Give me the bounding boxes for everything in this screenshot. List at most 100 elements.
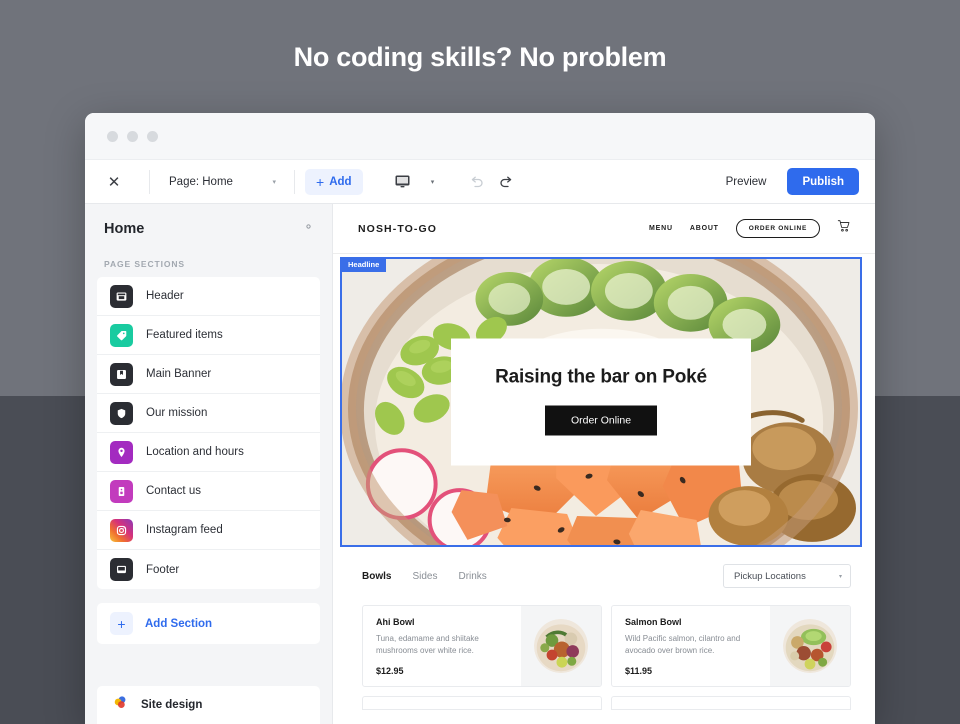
menu-item-card[interactable]: Ahi Bowl Tuna, edamame and shiitake mush…	[362, 605, 602, 687]
site-brand: NOSH-TO-GO	[358, 222, 438, 235]
shield-icon	[110, 401, 133, 425]
device-dropdown-button[interactable]: ▾	[419, 169, 447, 195]
contact-card-icon	[110, 479, 133, 503]
sidebar-item-label: Our mission	[146, 407, 208, 419]
salmon-bowl-photo	[783, 619, 837, 673]
plus-icon: +	[110, 612, 133, 635]
undo-button[interactable]	[463, 169, 491, 195]
sidebar-header: Home	[85, 204, 332, 238]
menu-section: Bowls Sides Drinks Pickup Locations ▾ Ah…	[333, 547, 875, 710]
add-section-label: Add Section	[145, 617, 213, 630]
window-chrome	[85, 113, 875, 160]
menu-item-price: $12.95	[376, 665, 404, 676]
page-selector[interactable]: Page: Home ▾	[160, 168, 284, 196]
menu-item-card[interactable]	[362, 696, 602, 710]
tab-bowls[interactable]: Bowls	[362, 571, 391, 582]
window-dot-minimize[interactable]	[127, 130, 138, 142]
hero-order-online-button[interactable]: Order Online	[544, 405, 658, 436]
sidebar-item-label: Location and hours	[146, 446, 244, 458]
pickup-locations-value: Pickup Locations	[734, 570, 806, 582]
menu-item-description: Wild Pacific salmon, cilantro and avocad…	[625, 634, 741, 656]
footer-icon	[110, 558, 133, 581]
editor-body: Home PAGE SECTIONS Header Featured items…	[85, 204, 875, 724]
hero-overlay-card: Raising the bar on Poké Order Online	[451, 338, 751, 466]
menu-item-card[interactable]: Salmon Bowl Wild Pacific salmon, cilantr…	[611, 605, 851, 687]
sidebar-item-our-mission[interactable]: Our mission	[97, 394, 320, 433]
page-sections-list: Header Featured items Main Banner Our mi…	[85, 277, 332, 589]
hero-section-selected[interactable]: Headline Raising the bar on Poké Order O…	[340, 257, 862, 547]
sidebar-page-title: Home	[104, 221, 145, 237]
bookmark-icon	[110, 362, 133, 386]
site-nav-about[interactable]: ABOUT	[690, 225, 719, 232]
menu-item-price: $11.95	[625, 665, 653, 676]
sidebar-item-location-and-hours[interactable]: Location and hours	[97, 433, 320, 472]
monitor-icon	[395, 175, 410, 188]
toolbar-history-group	[463, 169, 521, 195]
tag-icon	[110, 323, 133, 347]
sidebar-item-header[interactable]: Header	[97, 277, 320, 316]
map-pin-icon	[110, 440, 133, 464]
tab-drinks[interactable]: Drinks	[458, 571, 486, 582]
window-icon	[110, 284, 133, 308]
publish-button[interactable]: Publish	[787, 168, 859, 195]
add-button[interactable]: + Add	[305, 168, 363, 195]
menu-items-grid: Ahi Bowl Tuna, edamame and shiitake mush…	[362, 605, 851, 687]
site-design-label: Site design	[141, 699, 203, 711]
site-preview-canvas: NOSH-TO-GO MENU ABOUT ORDER ONLINE Headl…	[333, 204, 875, 724]
sidebar-item-label: Featured items	[146, 329, 223, 341]
menu-items-next-row	[362, 696, 851, 710]
tab-sides[interactable]: Sides	[412, 571, 437, 582]
editor-toolbar: ✕ Page: Home ▾ + Add ▾ Preview Publish	[85, 160, 875, 204]
preview-button[interactable]: Preview	[713, 168, 780, 195]
add-button-label: Add	[329, 175, 352, 188]
order-online-pill[interactable]: ORDER ONLINE	[735, 219, 820, 238]
sidebar-section-label: PAGE SECTIONS	[104, 259, 185, 269]
sidebar: Home PAGE SECTIONS Header Featured items…	[85, 204, 333, 724]
menu-item-image-wrap	[770, 606, 850, 686]
sidebar-item-label: Main Banner	[146, 368, 212, 380]
hero-title: Raising the bar on Poké	[495, 366, 707, 388]
sidebar-item-instagram-feed[interactable]: Instagram feed	[97, 511, 320, 550]
site-design-button[interactable]: Site design	[97, 686, 320, 724]
cart-icon[interactable]	[837, 219, 851, 238]
section-badge: Headline	[340, 257, 387, 272]
sidebar-item-footer[interactable]: Footer	[97, 550, 320, 589]
undo-icon	[471, 176, 483, 187]
pickup-locations-select[interactable]: Pickup Locations ▾	[723, 564, 851, 588]
menu-item-text: Ahi Bowl Tuna, edamame and shiitake mush…	[363, 606, 521, 686]
editor-window: ✕ Page: Home ▾ + Add ▾ Preview Publish H…	[85, 113, 875, 724]
plus-icon: +	[316, 173, 325, 190]
menu-tabs-bar: Bowls Sides Drinks Pickup Locations ▾	[362, 564, 851, 588]
toolbar-divider	[294, 169, 295, 194]
instagram-icon	[110, 518, 133, 542]
menu-item-card[interactable]	[611, 696, 851, 710]
hero-section-wrapper: Headline Raising the bar on Poké Order O…	[333, 257, 869, 547]
menu-item-name: Salmon Bowl	[625, 617, 682, 627]
sidebar-item-main-banner[interactable]: Main Banner	[97, 355, 320, 394]
window-dot-close[interactable]	[107, 130, 118, 142]
toolbar-view-group: ▾	[389, 169, 447, 195]
palette-icon	[112, 694, 129, 716]
redo-icon	[500, 176, 512, 187]
sidebar-item-contact-us[interactable]: Contact us	[97, 472, 320, 511]
menu-item-name: Ahi Bowl	[376, 617, 415, 627]
close-editor-button[interactable]: ✕	[103, 171, 125, 193]
menu-item-image-wrap	[521, 606, 601, 686]
page-selector-value: Page: Home	[169, 175, 233, 188]
window-dot-maximize[interactable]	[147, 130, 158, 142]
site-nav: MENU ABOUT ORDER ONLINE	[649, 219, 851, 238]
menu-item-description: Tuna, edamame and shiitake mushrooms ove…	[376, 634, 479, 656]
site-header: NOSH-TO-GO MENU ABOUT ORDER ONLINE	[333, 204, 875, 254]
sidebar-item-label: Contact us	[146, 485, 201, 497]
add-section-button[interactable]: + Add Section	[97, 603, 320, 644]
chevron-down-icon: ▾	[838, 573, 842, 580]
sidebar-item-featured-items[interactable]: Featured items	[97, 316, 320, 355]
sidebar-item-label: Instagram feed	[146, 524, 223, 536]
sidebar-item-label: Footer	[146, 563, 180, 576]
redo-button[interactable]	[493, 169, 521, 195]
site-nav-menu[interactable]: MENU	[649, 225, 673, 232]
ahi-bowl-photo	[534, 619, 588, 673]
gear-icon[interactable]	[302, 220, 315, 238]
desktop-view-button[interactable]	[389, 169, 417, 195]
menu-item-text: Salmon Bowl Wild Pacific salmon, cilantr…	[612, 606, 770, 686]
